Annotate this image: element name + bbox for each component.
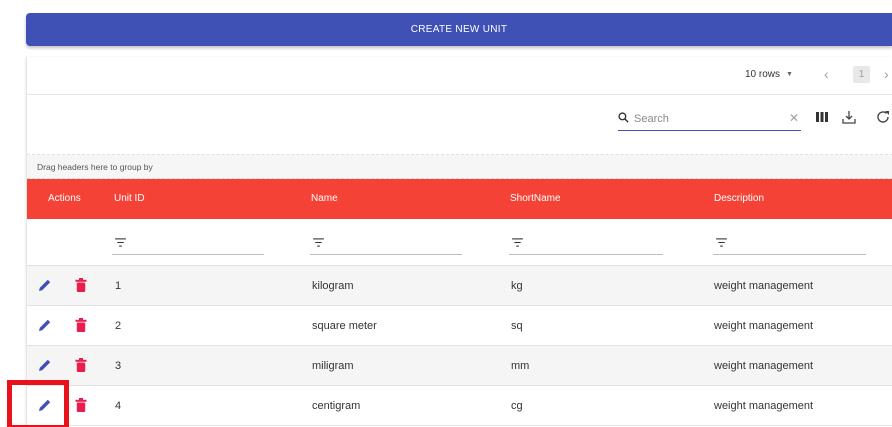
cell-short-name: sq [511, 320, 523, 332]
table-row: 2 square meter sq weight management [27, 306, 892, 346]
cell-description: weight management [714, 400, 814, 412]
column-header-name[interactable]: Name [311, 193, 338, 204]
edit-icon[interactable] [38, 278, 52, 292]
delete-icon[interactable] [75, 398, 87, 412]
delete-icon[interactable] [75, 278, 87, 292]
column-header-description[interactable]: Description [714, 193, 764, 204]
cell-unit-id: 4 [115, 400, 122, 412]
cell-unit-id: 3 [115, 360, 122, 372]
filter-description[interactable] [713, 233, 866, 255]
search-input[interactable] [634, 110, 774, 128]
table-row: 4 centigram cg weight management [27, 386, 892, 426]
filter-icon [115, 238, 126, 247]
cell-unit-id: 1 [115, 280, 122, 292]
column-header-unit-id[interactable]: Unit ID [114, 193, 145, 204]
cell-description: weight management [714, 360, 814, 372]
download-icon[interactable] [841, 109, 857, 125]
units-table-panel: 10 rows ▼ ‹ 1 › ✕ [26, 57, 892, 427]
highlight-box [7, 380, 69, 427]
cell-short-name: mm [511, 360, 530, 372]
delete-icon[interactable] [75, 318, 87, 332]
group-by-hint: Drag headers here to group by [37, 162, 153, 172]
caret-down-icon: ▼ [786, 71, 793, 78]
current-page-number[interactable]: 1 [853, 66, 870, 83]
refresh-icon[interactable] [875, 109, 891, 125]
chevron-left-icon[interactable]: ‹ [824, 66, 829, 82]
cell-short-name: cg [511, 400, 523, 412]
rows-per-page-value: 10 rows [745, 69, 781, 80]
cell-name: kilogram [312, 280, 354, 292]
cell-name: miligram [312, 360, 354, 372]
delete-icon[interactable] [75, 358, 87, 372]
table-header-row: Actions Unit ID Name ShortName Descripti… [27, 179, 892, 219]
filter-icon [512, 238, 523, 247]
column-header-short-name[interactable]: ShortName [510, 193, 561, 204]
filter-name[interactable] [310, 233, 462, 255]
cell-name: square meter [312, 320, 377, 332]
cell-description: weight management [714, 280, 814, 292]
create-new-unit-button[interactable]: CREATE NEW UNIT [26, 13, 892, 46]
filter-icon [716, 238, 727, 247]
table-toolbar: ✕ [27, 95, 892, 155]
table-row: 3 miligram mm weight management [27, 346, 892, 386]
clear-icon[interactable]: ✕ [789, 111, 799, 125]
cell-unit-id: 2 [115, 320, 122, 332]
cell-name: centigram [312, 400, 361, 412]
rows-per-page-select[interactable]: 10 rows ▼ [745, 69, 793, 80]
filter-unit-id[interactable] [112, 233, 264, 255]
filter-icon [313, 238, 324, 247]
units-page: CREATE NEW UNIT 10 rows ▼ ‹ 1 › ✕ [0, 0, 892, 427]
search-box: ✕ [618, 108, 801, 131]
pagination-bar: 10 rows ▼ ‹ 1 › [27, 57, 892, 95]
search-icon [618, 112, 629, 123]
cell-description: weight management [714, 320, 814, 332]
table-row: 1 kilogram kg weight management [27, 266, 892, 306]
columns-icon[interactable] [814, 109, 830, 125]
cell-short-name: kg [511, 280, 523, 292]
filter-short-name[interactable] [509, 233, 663, 255]
edit-icon[interactable] [38, 318, 52, 332]
filter-row [27, 219, 892, 266]
column-header-actions[interactable]: Actions [48, 193, 81, 204]
chevron-right-icon[interactable]: › [884, 66, 889, 82]
edit-icon[interactable] [38, 358, 52, 372]
group-by-drop-area[interactable]: Drag headers here to group by [27, 155, 892, 179]
